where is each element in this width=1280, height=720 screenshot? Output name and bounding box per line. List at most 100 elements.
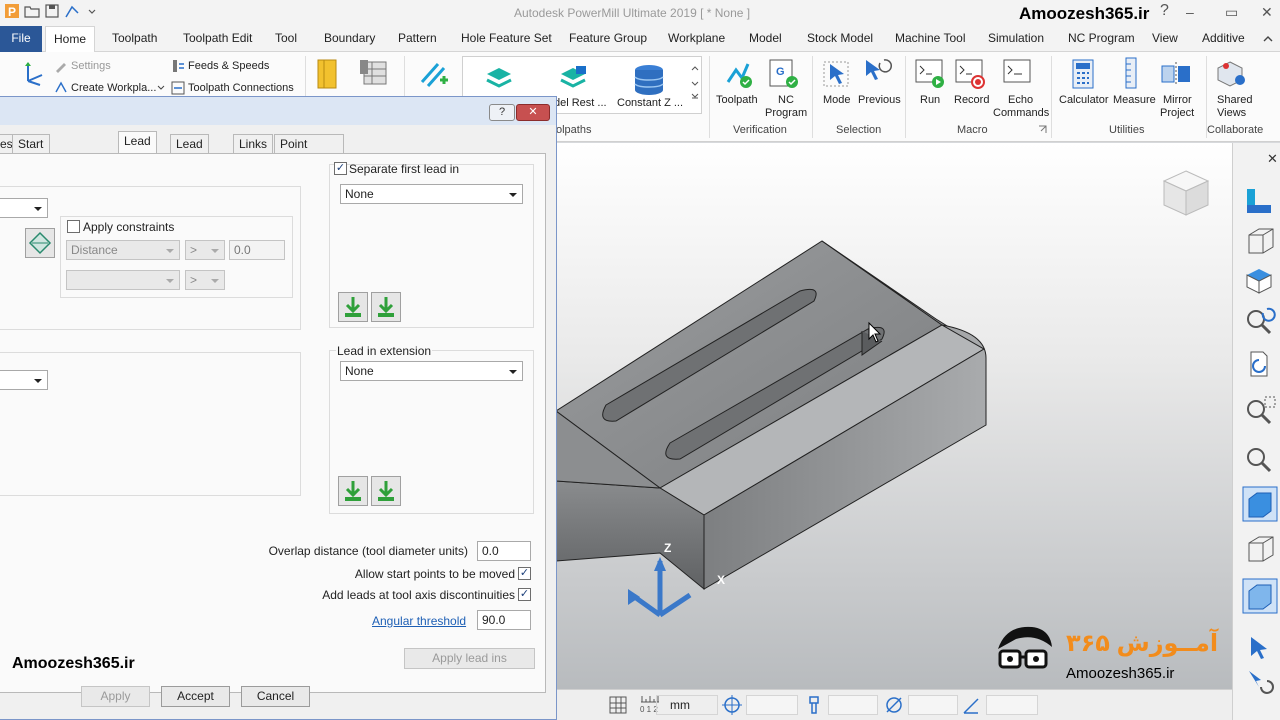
constraint-value-input[interactable]: 0.0	[229, 240, 285, 260]
units-field[interactable]	[656, 695, 718, 715]
crosshair-icon[interactable]	[722, 695, 742, 715]
tab-toolpath[interactable]: Toolpath	[104, 26, 165, 52]
tab-tool[interactable]: Tool	[267, 26, 305, 52]
settings-label[interactable]: Settings	[71, 60, 111, 72]
angular-threshold-input[interactable]: 90.0	[477, 610, 531, 630]
nc-program-label-1[interactable]: NC	[778, 94, 794, 106]
settings-icon[interactable]	[54, 59, 68, 73]
chevron-down-icon[interactable]	[84, 3, 100, 19]
add-leads-discontinuities-checkbox[interactable]: ✓	[518, 588, 531, 601]
chevron-up-icon[interactable]	[1262, 34, 1274, 44]
create-workplane-icon[interactable]	[54, 80, 68, 94]
dialog-title-bar[interactable]: ? ✕	[0, 97, 556, 125]
toolpath-verify-label[interactable]: Toolpath	[716, 94, 758, 106]
measure-label[interactable]: Measure	[1113, 94, 1156, 106]
dialog-close-button[interactable]: ✕	[516, 104, 550, 121]
previous-selection-icon[interactable]	[862, 56, 896, 90]
apply-lead-ins-button[interactable]: Apply lead ins	[404, 648, 535, 669]
calculator-label[interactable]: Calculator	[1059, 94, 1109, 106]
tool-holder-icon[interactable]	[804, 695, 824, 715]
tool-field[interactable]	[828, 695, 878, 715]
constraint-type-select[interactable]: Distance	[66, 240, 180, 260]
record-label[interactable]: Record	[954, 94, 989, 106]
toolpath-verify-icon[interactable]	[722, 58, 754, 90]
open-folder-icon[interactable]	[24, 3, 40, 19]
separate-first-lead-checkbox[interactable]: ✓	[334, 162, 347, 175]
angular-threshold-link[interactable]: Angular threshold	[372, 614, 466, 628]
apply-button[interactable]: Apply	[81, 686, 150, 707]
diameter-icon[interactable]	[884, 695, 904, 715]
zoom-box-icon[interactable]	[1243, 395, 1277, 427]
shaded-view-icon[interactable]	[1241, 485, 1279, 523]
toolpath-quick-icon[interactable]	[64, 3, 80, 19]
constant-z-label[interactable]: Constant Z ...	[617, 97, 683, 109]
shared-views-label-2[interactable]: Views	[1217, 107, 1246, 119]
translucent-view-icon[interactable]	[1241, 577, 1279, 615]
copy-lead-button-2[interactable]	[371, 292, 401, 322]
view-home-icon[interactable]	[1243, 185, 1277, 217]
lead-preview-button[interactable]	[25, 228, 55, 258]
block-icon[interactable]	[316, 58, 338, 90]
calculator-icon[interactable]	[1071, 58, 1095, 90]
coordinate-field[interactable]	[746, 695, 798, 715]
close-window-button[interactable]: ✕	[1261, 4, 1273, 21]
feeds-speeds-icon[interactable]	[170, 58, 186, 74]
tab-feature-group[interactable]: Feature Group	[561, 26, 655, 52]
tab-home[interactable]: Home	[45, 26, 96, 53]
close-panel-icon[interactable]: ✕	[1267, 151, 1278, 167]
mode-label[interactable]: Mode	[823, 94, 851, 106]
tab-stock-model[interactable]: Stock Model	[799, 26, 881, 52]
tab-start-end-point[interactable]: Start and end point	[12, 134, 51, 205]
toolpath-connections-label[interactable]: Toolpath Connections	[188, 82, 294, 94]
mirror-project-icon[interactable]	[1160, 60, 1192, 88]
view-iso-cube-icon[interactable]	[1243, 225, 1277, 257]
model-area-clearance-icon[interactable]	[484, 66, 514, 94]
feeds-speeds-label[interactable]: Feeds & Speeds	[188, 60, 269, 72]
lead-in-extension-select[interactable]: None	[340, 361, 523, 381]
echo-commands-icon[interactable]	[1002, 58, 1032, 86]
tab-point-distribution[interactable]: Point distribution	[274, 134, 345, 169]
workplane-axes-icon[interactable]	[22, 57, 46, 87]
allow-start-points-checkbox[interactable]: ✓	[518, 567, 531, 580]
tolerance-field[interactable]	[986, 695, 1038, 715]
shared-views-icon[interactable]	[1216, 58, 1250, 90]
zoom-rotate-icon[interactable]	[1243, 305, 1277, 337]
macro-run-icon[interactable]	[914, 58, 946, 90]
constraint-type-select-2[interactable]	[66, 270, 180, 290]
shared-views-label-1[interactable]: Shared	[1217, 94, 1252, 106]
constant-z-icon[interactable]	[632, 62, 666, 96]
tab-view[interactable]: View	[1144, 26, 1186, 52]
copy-extension-button-2[interactable]	[371, 476, 401, 506]
second-choice-select[interactable]	[0, 370, 48, 390]
view-cube-icon[interactable]	[1160, 167, 1212, 219]
part-model-render[interactable]	[556, 143, 1232, 689]
accept-button[interactable]: Accept	[161, 686, 230, 707]
tab-toolpath-edit[interactable]: Toolpath Edit	[175, 26, 260, 52]
mirror-label-2[interactable]: Project	[1160, 107, 1194, 119]
tab-pattern[interactable]: Pattern	[390, 26, 445, 52]
mirror-label-1[interactable]: Mirror	[1163, 94, 1192, 106]
overlap-distance-input[interactable]: 0.0	[477, 541, 531, 561]
model-rest-label[interactable]: del Rest ...	[554, 97, 607, 109]
tab-file[interactable]: File	[0, 26, 42, 52]
copy-extension-button[interactable]	[338, 476, 368, 506]
gallery-scroll-icon[interactable]	[690, 62, 700, 102]
model-rest-icon[interactable]	[558, 64, 588, 94]
diameter-field[interactable]	[908, 695, 958, 715]
separate-first-lead-select[interactable]: None	[340, 184, 523, 204]
echo-label-2[interactable]: Commands	[993, 107, 1049, 119]
tab-lead-outs[interactable]: Lead outs	[170, 134, 209, 169]
toolpath-connections-icon[interactable]	[170, 80, 186, 96]
previous-label[interactable]: Previous	[858, 94, 901, 106]
selection-mode-icon[interactable]	[822, 58, 852, 90]
dialog-help-button[interactable]: ?	[489, 104, 515, 121]
macro-record-icon[interactable]	[954, 58, 986, 90]
graphics-viewport[interactable]: Z X آمــوزش ۳۶۵ Amoozesh365.ir	[556, 143, 1232, 689]
save-icon[interactable]	[44, 3, 60, 19]
run-label[interactable]: Run	[920, 94, 940, 106]
undo-view-icon[interactable]	[1245, 667, 1275, 697]
view-top-cube-icon[interactable]	[1243, 265, 1277, 297]
tab-additive[interactable]: Additive	[1194, 26, 1253, 52]
select-pointer-icon[interactable]	[1245, 633, 1275, 663]
copy-lead-button[interactable]	[338, 292, 368, 322]
